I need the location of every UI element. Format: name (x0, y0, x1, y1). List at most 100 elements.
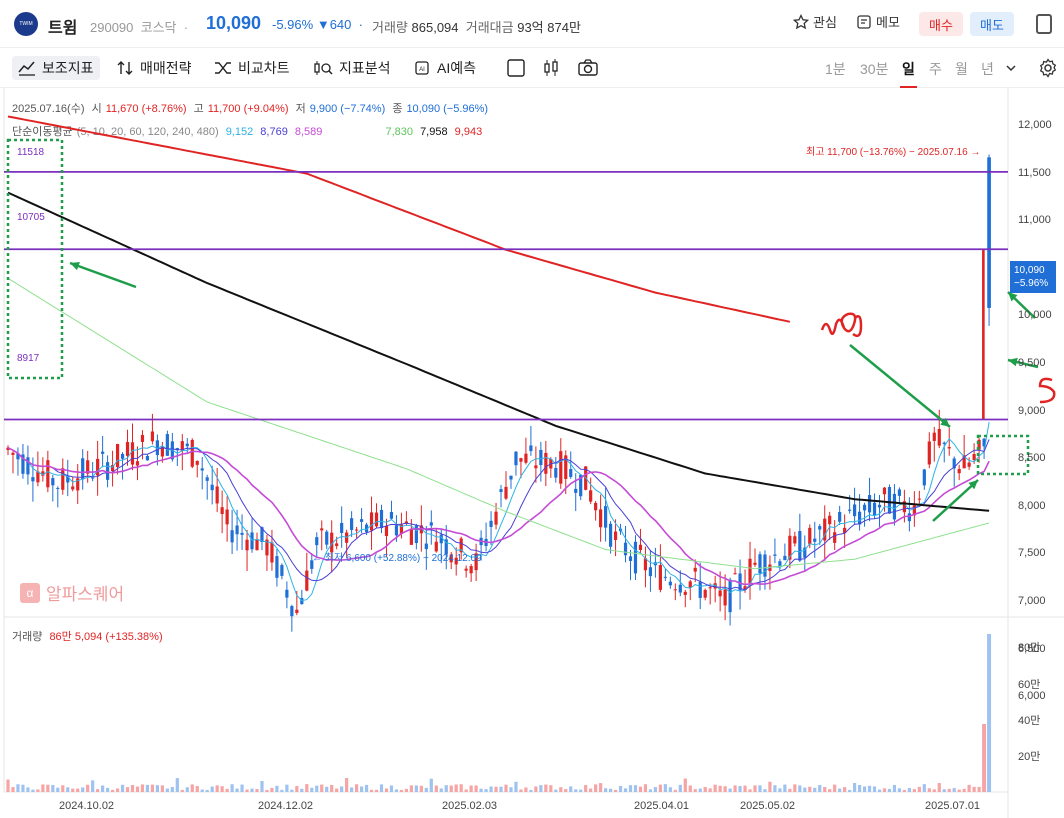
volume-bar (76, 788, 80, 792)
candle-body (374, 512, 379, 527)
red-scribble-annotation (1038, 377, 1056, 404)
volume-bar (818, 785, 822, 792)
analysis-label: 지표분석 (339, 60, 391, 76)
candle-body (733, 573, 737, 575)
candle-body (862, 504, 867, 511)
volume-bar (912, 789, 916, 792)
candle-body (489, 520, 493, 527)
volume-bar (564, 789, 568, 792)
volume-bar (101, 785, 105, 792)
candle-body (101, 451, 105, 454)
period-month[interactable]: 월 (955, 59, 968, 79)
candle-body (524, 453, 528, 463)
volume-bar (295, 785, 299, 792)
volume-value: 865,094 (411, 20, 459, 35)
candle-body (633, 541, 638, 574)
gear-icon[interactable] (1038, 58, 1058, 78)
volume-bar (140, 784, 145, 792)
volume-tick-label: 60만 (1018, 679, 1041, 691)
candle-body (359, 519, 364, 522)
candle-body (753, 562, 757, 565)
compare-button[interactable]: 비교차트 (214, 56, 290, 80)
volume-bar (414, 785, 418, 792)
ai-predict-button[interactable]: AI AI예측 (413, 56, 476, 80)
candle-body (519, 458, 523, 462)
stock-chart-app: TWIM 트윔 290090 코스닥 · 10,090 -5.96% ▼640 … (0, 0, 1064, 818)
screenshot-button[interactable] (578, 56, 598, 80)
volume-bar (429, 778, 433, 792)
chevron-down-icon[interactable] (1005, 63, 1017, 73)
volume-bar (753, 785, 757, 792)
strategy-label: 매매전략 (140, 60, 192, 76)
volume-bar (91, 780, 95, 792)
period-year[interactable]: 년 (981, 59, 994, 79)
min-annotation: ← 최저 6,600 (+52.88%) − 2024.12.09 (312, 553, 482, 564)
memo-label: 메모 (876, 15, 900, 30)
watch-button[interactable]: 관심 (793, 12, 837, 31)
volume-bar (962, 788, 966, 792)
candle-body (559, 451, 563, 484)
volume-bar (66, 787, 70, 792)
period-1min[interactable]: 1분 (825, 59, 846, 79)
candle-body (230, 530, 234, 543)
period-week[interactable]: 주 (929, 59, 942, 79)
x-tick-label: 2025.05.02 (740, 800, 796, 812)
candle-body (748, 558, 752, 583)
volume-bar (867, 785, 872, 792)
candle-body (235, 525, 239, 535)
candle-body (947, 447, 951, 449)
volume-bar (559, 787, 563, 792)
candle-type-button[interactable] (542, 56, 560, 80)
volume-bar (828, 789, 832, 792)
candle-body (574, 488, 578, 493)
volume-bar (26, 787, 30, 792)
candle-body (125, 442, 130, 456)
candle-body (394, 525, 399, 536)
candle-body (638, 544, 643, 550)
candle-body (320, 528, 324, 531)
volume-bar (424, 787, 428, 792)
candle-body (150, 431, 155, 442)
candle-body (429, 522, 433, 526)
volume-bar (524, 787, 528, 792)
volume-bar (335, 788, 339, 792)
volume-bar (628, 785, 633, 792)
current-price-tag-change: −5.96% (1014, 278, 1049, 289)
candle-body (250, 532, 254, 550)
analysis-button[interactable]: 지표분석 (313, 56, 391, 80)
candle-body (838, 511, 842, 522)
y-tick-label: 11,500 (1018, 166, 1051, 179)
candlestick-icon (544, 59, 558, 76)
strategy-button[interactable]: 매매전략 (116, 56, 192, 80)
volume-bar (175, 778, 179, 792)
volume-bar (917, 786, 921, 792)
highlight-box-left (6, 138, 64, 380)
volume-bar (225, 788, 229, 792)
volume-bar (778, 788, 782, 792)
volume-tick-label: 40만 (1018, 715, 1041, 727)
sell-button[interactable]: 매도 (970, 12, 1014, 36)
side-panel-icon[interactable] (1036, 14, 1052, 34)
price-change: -5.96% ▼640 · (272, 17, 363, 32)
square-tool-button[interactable] (506, 56, 526, 80)
level-label-8917: 8917 (17, 353, 40, 364)
candle-body (220, 507, 224, 515)
y-tick-label: 10,000 (1018, 309, 1052, 322)
volume-bar (31, 789, 35, 792)
memo-button[interactable]: 메모 (856, 12, 900, 31)
candle-body (688, 581, 692, 588)
price-chart[interactable] (0, 88, 1064, 818)
volume-bar (96, 789, 100, 792)
volume-bar (643, 784, 648, 792)
volume-bar (952, 788, 956, 792)
volume-bar (529, 789, 533, 792)
indicator-button[interactable]: 보조지표 (12, 56, 100, 80)
volume-bar (359, 786, 364, 792)
volume-bar (683, 778, 687, 792)
period-30min[interactable]: 30분 (860, 59, 888, 79)
period-day[interactable]: 일 (900, 59, 917, 88)
volume-bar (882, 788, 887, 792)
stock-name[interactable]: 트윔 (48, 14, 77, 38)
buy-button[interactable]: 매수 (919, 12, 963, 36)
volume-bar (46, 784, 50, 792)
